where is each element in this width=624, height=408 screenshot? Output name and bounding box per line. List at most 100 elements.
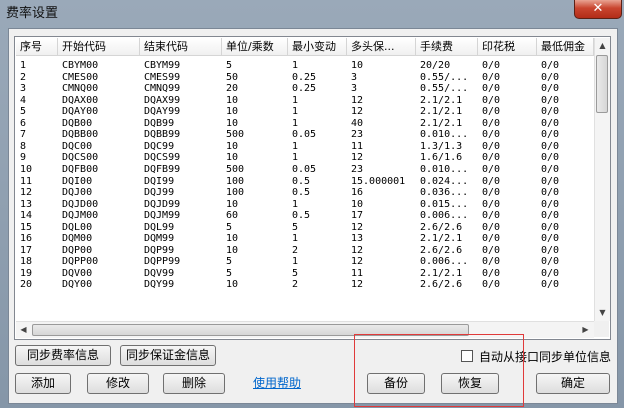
cell-min-commission: 0/0 — [541, 221, 560, 233]
table-row[interactable]: 3 CMNQ00 CMNQ99 20 0.25 3 0.55/... 0/0 0/0 — [16, 83, 594, 95]
add-button[interactable]: 添加 — [15, 373, 71, 394]
cell-stamp-tax: 0/0 — [482, 60, 501, 71]
cell-end-code: DQP99 — [144, 244, 175, 256]
table-row[interactable]: 8 DQC00 DQC99 10 1 11 1.3/1.3 0/0 0/0 — [16, 141, 594, 153]
table-row[interactable]: 10 DQFB00 DQFB99 500 0.05 23 0.010... 0/0 0/0 — [16, 164, 594, 176]
cell-unit-multiplier: 50 — [226, 71, 239, 83]
column-header-unit-multiplier[interactable]: 单位/乘数 — [222, 38, 288, 55]
cell-commission: 2.1/2.1 — [420, 267, 463, 279]
cell-seq: 11 — [20, 175, 33, 187]
cell-end-code: DQJ99 — [144, 187, 175, 199]
cell-min-commission: 0/0 — [541, 94, 560, 106]
title-bar[interactable]: 费率设置 ✕ — [0, 0, 624, 22]
table-row[interactable]: 5 DQAY00 DQAY99 10 1 12 2.1/2.1 0/0 0/0 — [16, 106, 594, 118]
table-row[interactable]: 1 CBYM00 CBYM99 5 1 10 20/20 0/0 0/0 — [16, 60, 594, 72]
cell-seq: 13 — [20, 198, 33, 210]
cell-stamp-tax: 0/0 — [482, 94, 501, 106]
column-header-min-tick[interactable]: 最小变动 — [288, 38, 347, 55]
table-row[interactable]: 7 DQBB00 DQBB99 500 0.05 23 0.010... 0/0 0/0 — [16, 129, 594, 141]
cell-start-code: DQJM00 — [62, 210, 99, 222]
close-button[interactable]: ✕ — [574, 0, 622, 19]
cell-long-margin: 10 — [351, 198, 364, 210]
cell-commission: 0.55/... — [420, 83, 469, 95]
cell-min-tick: 5 — [292, 267, 299, 279]
table-row[interactable]: 13 DQJD00 DQJD99 10 1 10 0.015... 0/0 0/0 — [16, 199, 594, 211]
cell-start-code: CBYM00 — [62, 60, 99, 71]
cell-end-code: DQBB99 — [144, 129, 181, 141]
column-header-end-code[interactable]: 结束代码 — [140, 38, 222, 55]
scroll-left-icon[interactable]: ◀ — [16, 322, 31, 338]
table-row[interactable]: 12 DQJ00 DQJ99 100 0.5 16 0.036... 0/0 0/0 — [16, 187, 594, 199]
column-header-min-commission[interactable]: 最低佣金 — [537, 38, 594, 55]
cell-stamp-tax: 0/0 — [482, 198, 501, 210]
vertical-scroll-thumb[interactable] — [596, 55, 608, 113]
cell-min-tick: 1 — [292, 140, 299, 152]
column-header-commission[interactable]: 手续费 — [416, 38, 478, 55]
cell-long-margin: 40 — [351, 117, 364, 129]
cell-commission: 0.55/... — [420, 71, 469, 83]
cell-min-tick: 1 — [292, 256, 299, 268]
table-row[interactable]: 15 DQL00 DQL99 5 5 12 2.6/2.6 0/0 0/0 — [16, 222, 594, 234]
cell-min-commission: 0/0 — [541, 60, 560, 71]
cell-stamp-tax: 0/0 — [482, 106, 501, 118]
cell-unit-multiplier: 10 — [226, 233, 239, 245]
table-row[interactable]: 19 DQV00 DQV99 5 5 11 2.1/2.1 0/0 0/0 — [16, 268, 594, 280]
cell-stamp-tax: 0/0 — [482, 279, 501, 291]
table-row[interactable]: 14 DQJM00 DQJM99 60 0.5 17 0.006... 0/0 0/0 — [16, 210, 594, 222]
vertical-scrollbar[interactable]: ▲ ▼ — [594, 38, 610, 321]
cell-commission: 2.1/2.1 — [420, 233, 463, 245]
table-row[interactable]: 4 DQAX00 DQAX99 10 1 12 2.1/2.1 0/0 0/0 — [16, 95, 594, 107]
table-row[interactable]: 17 DQP00 DQP99 10 2 12 2.6/2.6 0/0 0/0 — [16, 245, 594, 257]
cell-commission: 20/20 — [420, 60, 451, 71]
cell-unit-multiplier: 10 — [226, 152, 239, 164]
close-icon: ✕ — [592, 1, 604, 16]
table-row[interactable]: 9 DQCS00 DQCS99 10 1 12 1.6/1.6 0/0 0/0 — [16, 152, 594, 164]
cell-commission: 2.1/2.1 — [420, 117, 463, 129]
column-header-stamp-tax[interactable]: 印花税 — [478, 38, 537, 55]
cell-stamp-tax: 0/0 — [482, 83, 501, 95]
cell-start-code: DQAX00 — [62, 94, 99, 106]
scroll-right-icon[interactable]: ▶ — [578, 322, 593, 338]
help-link[interactable]: 使用帮助 — [253, 374, 301, 391]
cell-start-code: DQY00 — [62, 279, 93, 291]
scroll-up-icon[interactable]: ▲ — [595, 38, 610, 54]
edit-button[interactable]: 修改 — [87, 373, 149, 394]
cell-stamp-tax: 0/0 — [482, 129, 501, 141]
cell-end-code: DQV99 — [144, 267, 175, 279]
cell-seq: 4 — [20, 94, 27, 106]
table-row[interactable]: 6 DQB00 DQB99 10 1 40 2.1/2.1 0/0 0/0 — [16, 118, 594, 130]
table-row[interactable]: 2 CMES00 CMES99 50 0.25 3 0.55/... 0/0 0/0 — [16, 72, 594, 84]
cell-long-margin: 3 — [351, 83, 358, 95]
column-header-start-code[interactable]: 开始代码 — [58, 38, 140, 55]
cell-seq: 16 — [20, 233, 33, 245]
rate-table[interactable]: 序号 开始代码 结束代码 单位/乘数 最小变动 多头保... 手续费 印花税 最低佣金 1 CBY… — [14, 36, 611, 340]
table-row[interactable]: 16 DQM00 DQM99 10 1 13 2.1/2.1 0/0 0/0 — [16, 233, 594, 245]
cell-seq: 3 — [20, 83, 27, 95]
cell-start-code: DQM00 — [62, 233, 93, 245]
cell-commission: 1.6/1.6 — [420, 152, 463, 164]
cell-min-tick: 0.05 — [292, 163, 317, 175]
table-row[interactable]: 11 DQI00 DQI99 100 0.5 15.000001 0.024... 0/0 0/… — [16, 176, 594, 188]
sync-margin-button[interactable]: 同步保证金信息 — [120, 345, 216, 366]
scroll-down-icon[interactable]: ▼ — [595, 305, 610, 321]
cell-stamp-tax: 0/0 — [482, 140, 501, 152]
cell-unit-multiplier: 10 — [226, 117, 239, 129]
cell-stamp-tax: 0/0 — [482, 71, 501, 83]
table-row[interactable]: 18 DQPP00 DQPP99 5 1 12 0.006... 0/0 0/0 — [16, 256, 594, 268]
cell-long-margin: 12 — [351, 279, 364, 291]
table-row[interactable]: 20 DQY00 DQY99 10 2 12 2.6/2.6 0/0 0/0 — [16, 279, 594, 291]
cell-unit-multiplier: 5 — [226, 267, 233, 279]
cell-min-tick: 0.25 — [292, 71, 317, 83]
cell-start-code: DQCS00 — [62, 152, 99, 164]
delete-button[interactable]: 删除 — [163, 373, 225, 394]
cell-commission: 2.1/2.1 — [420, 106, 463, 118]
cell-stamp-tax: 0/0 — [482, 175, 501, 187]
cell-min-commission: 0/0 — [541, 129, 560, 141]
cell-min-tick: 0.5 — [292, 175, 311, 187]
cell-seq: 1 — [20, 60, 27, 71]
cell-stamp-tax: 0/0 — [482, 244, 501, 256]
ok-button[interactable]: 确定 — [536, 373, 610, 394]
column-header-long-margin[interactable]: 多头保... — [347, 38, 416, 55]
column-header-seq[interactable]: 序号 — [16, 38, 58, 55]
sync-rate-button[interactable]: 同步费率信息 — [15, 345, 111, 366]
